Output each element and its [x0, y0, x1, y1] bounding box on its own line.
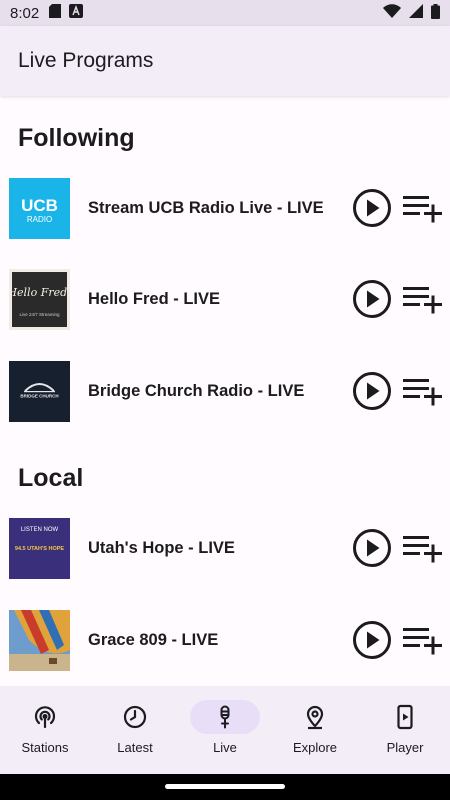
nav-item-live[interactable]: Live: [180, 686, 270, 774]
list-item[interactable]: Grace 809 - LIVE: [0, 609, 450, 671]
add-to-queue-button[interactable]: [402, 282, 444, 316]
svg-text:Live 24/7 Streaming: Live 24/7 Streaming: [19, 312, 60, 317]
battery-icon: [431, 3, 440, 23]
status-time: 8:02: [10, 4, 40, 22]
nav-label: Explore: [292, 740, 338, 755]
svg-text:LISTEN NOW: LISTEN NOW: [21, 527, 59, 533]
gesture-bar: [0, 774, 450, 800]
app-notification-icon: [69, 4, 84, 22]
signal-icon: [409, 4, 423, 22]
sd-card-icon: [49, 4, 62, 22]
ucb-radio-thumbnail: UCB RADIO: [9, 177, 70, 239]
add-to-queue-button[interactable]: [402, 623, 444, 657]
svg-text:RADIO: RADIO: [27, 215, 52, 224]
page-title: Live Programs: [18, 49, 154, 72]
location-pin-icon: [280, 700, 350, 734]
add-to-queue-button[interactable]: [402, 531, 444, 565]
list-item[interactable]: UCB RADIO Stream UCB Radio Live - LIVE: [0, 177, 450, 239]
section-title-local: Local: [18, 463, 84, 492]
nav-item-stations[interactable]: Stations: [0, 686, 90, 774]
play-button[interactable]: [352, 620, 392, 660]
program-title: Stream UCB Radio Live - LIVE: [88, 198, 324, 217]
program-title: Bridge Church Radio - LIVE: [88, 381, 305, 400]
program-list: Following UCB RADIO Stream UCB Radio Liv…: [0, 96, 450, 686]
program-title: Grace 809 - LIVE: [88, 630, 219, 649]
nav-label: Player: [386, 740, 424, 755]
clock-icon: [100, 700, 170, 734]
hot-air-balloon-thumbnail: [9, 609, 70, 671]
nav-item-player[interactable]: Player: [360, 686, 450, 774]
play-button[interactable]: [352, 371, 392, 411]
svg-text:Hello Fred!: Hello Fred!: [12, 286, 67, 299]
play-button[interactable]: [352, 188, 392, 228]
bottom-navigation: Stations Latest Live Explore Player: [0, 686, 450, 774]
play-button[interactable]: [352, 528, 392, 568]
svg-text:BRIDGE CHURCH: BRIDGE CHURCH: [20, 393, 58, 398]
list-item[interactable]: BRIDGE CHURCH Bridge Church Radio - LIVE: [0, 360, 450, 422]
nav-item-latest[interactable]: Latest: [90, 686, 180, 774]
bridge-church-thumbnail: BRIDGE CHURCH: [9, 360, 70, 422]
utahs-hope-thumbnail: LISTEN NOW 94.5 UTAH'S HOPE: [9, 517, 70, 579]
nav-label: Stations: [21, 740, 69, 755]
list-item[interactable]: Hello Fred! Live 24/7 Streaming Hello Fr…: [0, 268, 450, 330]
nav-label: Latest: [117, 740, 153, 755]
add-to-queue-button[interactable]: [402, 374, 444, 408]
list-item[interactable]: LISTEN NOW 94.5 UTAH'S HOPE Utah's Hope …: [0, 517, 450, 579]
home-gesture-handle[interactable]: [165, 784, 285, 789]
microphone-icon: [190, 700, 260, 734]
nav-label: Live: [213, 740, 237, 755]
podcast-icon: [10, 700, 80, 734]
program-title: Utah's Hope - LIVE: [88, 538, 235, 557]
top-app-bar: Live Programs: [0, 26, 450, 96]
nav-item-explore[interactable]: Explore: [270, 686, 360, 774]
add-to-queue-button[interactable]: [402, 191, 444, 225]
svg-text:UCB: UCB: [21, 196, 58, 215]
hello-fred-thumbnail: Hello Fred! Live 24/7 Streaming: [9, 268, 70, 330]
phone-play-icon: [370, 700, 440, 734]
program-title: Hello Fred - LIVE: [88, 289, 221, 308]
status-bar: 8:02: [0, 0, 450, 26]
section-title-following: Following: [18, 123, 135, 152]
svg-text:94.5 UTAH'S HOPE: 94.5 UTAH'S HOPE: [15, 546, 65, 552]
wifi-icon: [383, 4, 401, 22]
play-button[interactable]: [352, 279, 392, 319]
